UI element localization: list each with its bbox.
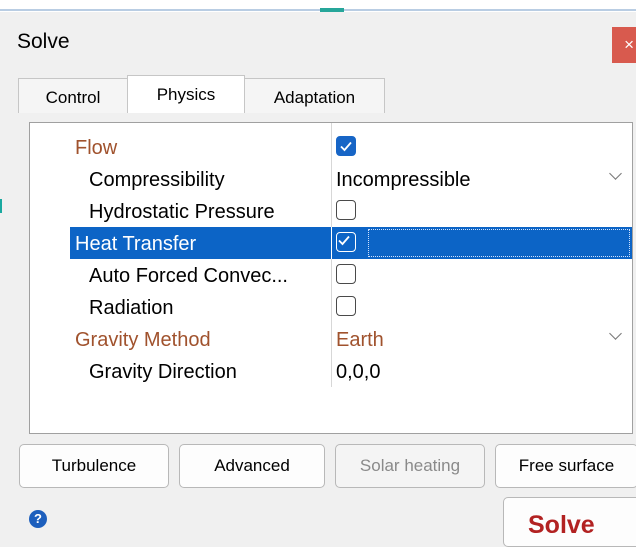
turbulence-button[interactable]: Turbulence xyxy=(19,444,169,488)
focus-rectangle xyxy=(368,229,630,257)
property-name-radiation: Radiation xyxy=(89,297,174,319)
close-button[interactable]: × xyxy=(612,27,636,63)
close-icon: × xyxy=(624,35,634,54)
tab-adaptation[interactable]: Adaptation xyxy=(244,78,385,113)
flow-checkbox[interactable] xyxy=(336,136,356,156)
top-border-line xyxy=(0,9,636,11)
tab-physics[interactable]: Physics xyxy=(127,75,245,113)
property-name-compressibility: Compressibility xyxy=(89,169,225,191)
advanced-button[interactable]: Advanced xyxy=(179,444,325,488)
property-name-hydrostatic-pressure: Hydrostatic Pressure xyxy=(89,201,275,223)
solve-button[interactable]: Solve xyxy=(503,497,636,547)
window-title: Solve xyxy=(17,30,70,53)
radiation-checkbox[interactable] xyxy=(336,296,356,316)
gravity-method-value[interactable]: Earth xyxy=(336,323,384,355)
physics-property-grid: Flow Compressibility Incompressible Hydr… xyxy=(29,122,633,434)
compressibility-value[interactable]: Incompressible xyxy=(336,163,471,195)
checkmark-icon xyxy=(340,141,352,152)
property-name-flow: Flow xyxy=(75,137,118,159)
auto-forced-convection-checkbox[interactable] xyxy=(336,264,356,284)
help-icon[interactable]: ? xyxy=(29,510,47,528)
gravity-direction-value[interactable]: 0,0,0 xyxy=(336,355,380,387)
property-name-auto-forced-convection: Auto Forced Convec... xyxy=(89,265,288,287)
property-row-auto-forced-convection[interactable]: Auto Forced Convec... xyxy=(30,259,632,291)
property-row-hydrostatic-pressure[interactable]: Hydrostatic Pressure xyxy=(30,195,632,227)
property-name-gravity-method: Gravity Method xyxy=(75,329,211,351)
left-edge-mark xyxy=(0,199,2,213)
property-name-heat-transfer: Heat Transfer xyxy=(75,233,197,255)
property-row-gravity-method[interactable]: Gravity Method Earth xyxy=(30,323,632,355)
property-row-gravity-direction[interactable]: Gravity Direction 0,0,0 xyxy=(30,355,632,387)
chevron-down-icon[interactable] xyxy=(609,327,622,340)
property-name-gravity-direction: Gravity Direction xyxy=(89,361,237,383)
heat-transfer-checkbox[interactable] xyxy=(336,232,356,252)
free-surface-button[interactable]: Free surface xyxy=(495,444,636,488)
property-row-flow[interactable]: Flow xyxy=(30,131,632,163)
property-row-radiation[interactable]: Radiation xyxy=(30,291,632,323)
tab-control[interactable]: Control xyxy=(18,78,128,113)
hydrostatic-pressure-checkbox[interactable] xyxy=(336,200,356,220)
property-row-heat-transfer[interactable]: Heat Transfer xyxy=(30,227,632,259)
solar-heating-button[interactable]: Solar heating xyxy=(335,444,485,488)
top-accent-mark xyxy=(320,8,344,12)
checkmark-icon xyxy=(338,235,350,246)
property-row-compressibility[interactable]: Compressibility Incompressible xyxy=(30,163,632,195)
chevron-down-icon[interactable] xyxy=(609,167,622,180)
